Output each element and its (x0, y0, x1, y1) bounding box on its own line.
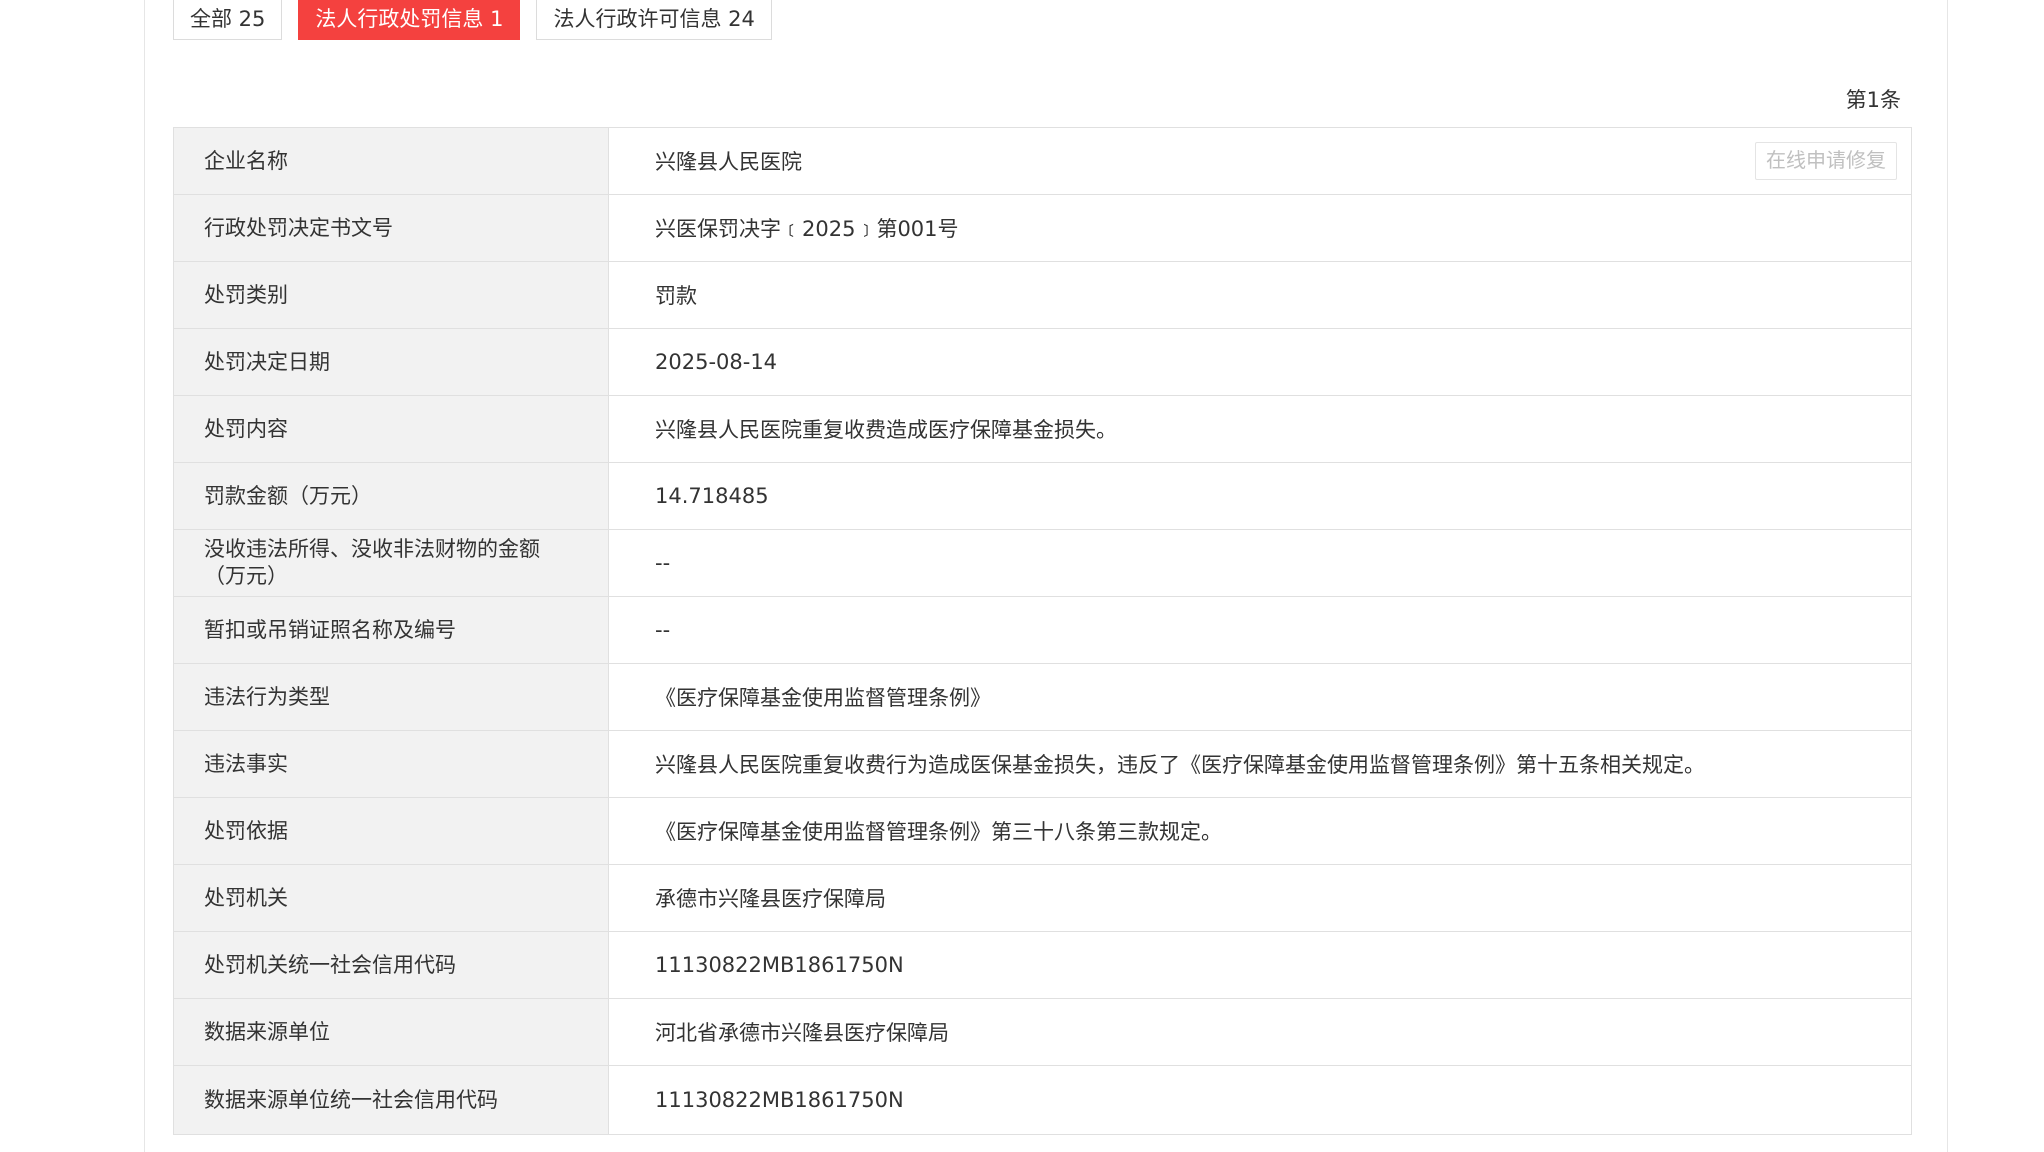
row-label: 处罚依据 (174, 798, 609, 864)
online-repair-button[interactable]: 在线申请修复 (1755, 142, 1897, 180)
table-row: 处罚内容 兴隆县人民医院重复收费造成医疗保障基金损失。 (174, 396, 1911, 463)
tab-all[interactable]: 全部 25 (173, 0, 283, 40)
table-row: 处罚机关统一社会信用代码 11130822MB1861750N (174, 932, 1911, 999)
table-row: 数据来源单位统一社会信用代码 11130822MB1861750N (174, 1066, 1911, 1134)
row-value: 《医疗保障基金使用监督管理条例》 (655, 686, 991, 710)
row-label: 违法事实 (174, 731, 609, 797)
table-row: 罚款金额（万元） 14.718485 (174, 463, 1911, 530)
row-value: 11130822MB1861750N (655, 1088, 904, 1112)
row-value: 11130822MB1861750N (655, 953, 904, 977)
row-label: 罚款金额（万元） (174, 463, 609, 529)
row-value: 《医疗保障基金使用监督管理条例》第三十八条第三款规定。 (655, 820, 1222, 844)
row-value: 2025-08-14 (655, 350, 778, 374)
table-row: 处罚依据 《医疗保障基金使用监督管理条例》第三十八条第三款规定。 (174, 798, 1911, 865)
row-value: 承德市兴隆县医疗保障局 (655, 887, 886, 911)
row-value: 14.718485 (655, 484, 769, 508)
row-value: 兴隆县人民医院重复收费造成医疗保障基金损失。 (655, 418, 1117, 442)
row-label: 暂扣或吊销证照名称及编号 (174, 597, 609, 663)
row-value: -- (655, 551, 671, 575)
row-label: 行政处罚决定书文号 (174, 195, 609, 261)
category-tabs: 全部 25 法人行政处罚信息 1 法人行政许可信息 24 (173, 0, 772, 40)
penalty-detail-table: 企业名称 兴隆县人民医院 在线申请修复 行政处罚决定书文号 兴医保罚决字﹝202… (173, 127, 1912, 1135)
row-label: 处罚内容 (174, 396, 609, 462)
table-row: 违法事实 兴隆县人民医院重复收费行为造成医保基金损失，违反了《医疗保障基金使用监… (174, 731, 1911, 798)
row-label: 数据来源单位 (174, 999, 609, 1065)
row-label: 数据来源单位统一社会信用代码 (174, 1066, 609, 1134)
row-value: -- (655, 618, 671, 642)
row-label: 企业名称 (174, 128, 609, 194)
row-value: 河北省承德市兴隆县医疗保障局 (655, 1021, 949, 1045)
record-number: 第1条 (1845, 88, 1901, 112)
row-label: 违法行为类型 (174, 664, 609, 730)
table-row: 处罚类别 罚款 (174, 262, 1911, 329)
table-row: 处罚决定日期 2025-08-14 (174, 329, 1911, 396)
table-row: 企业名称 兴隆县人民医院 在线申请修复 (174, 128, 1911, 195)
row-value: 罚款 (655, 284, 697, 308)
row-label: 处罚机关统一社会信用代码 (174, 932, 609, 998)
row-label: 处罚决定日期 (174, 329, 609, 395)
table-row: 没收违法所得、没收非法财物的金额（万元） -- (174, 530, 1911, 597)
table-row: 数据来源单位 河北省承德市兴隆县医疗保障局 (174, 999, 1911, 1066)
tab-license-info[interactable]: 法人行政许可信息 24 (536, 0, 772, 40)
row-value: 兴医保罚决字﹝2025﹞第001号 (655, 217, 959, 241)
row-value-wrapper: 兴隆县人民医院 在线申请修复 (609, 128, 1911, 194)
table-row: 暂扣或吊销证照名称及编号 -- (174, 597, 1911, 664)
table-row: 违法行为类型 《医疗保障基金使用监督管理条例》 (174, 664, 1911, 731)
table-row: 处罚机关 承德市兴隆县医疗保障局 (174, 865, 1911, 932)
row-label: 处罚类别 (174, 262, 609, 328)
row-value: 兴隆县人民医院重复收费行为造成医保基金损失，违反了《医疗保障基金使用监督管理条例… (655, 753, 1705, 777)
tab-penalty-info[interactable]: 法人行政处罚信息 1 (298, 0, 521, 40)
row-label: 处罚机关 (174, 865, 609, 931)
row-label: 没收违法所得、没收非法财物的金额（万元） (174, 530, 609, 596)
row-value: 兴隆县人民医院 (655, 150, 802, 174)
table-row: 行政处罚决定书文号 兴医保罚决字﹝2025﹞第001号 (174, 195, 1911, 262)
